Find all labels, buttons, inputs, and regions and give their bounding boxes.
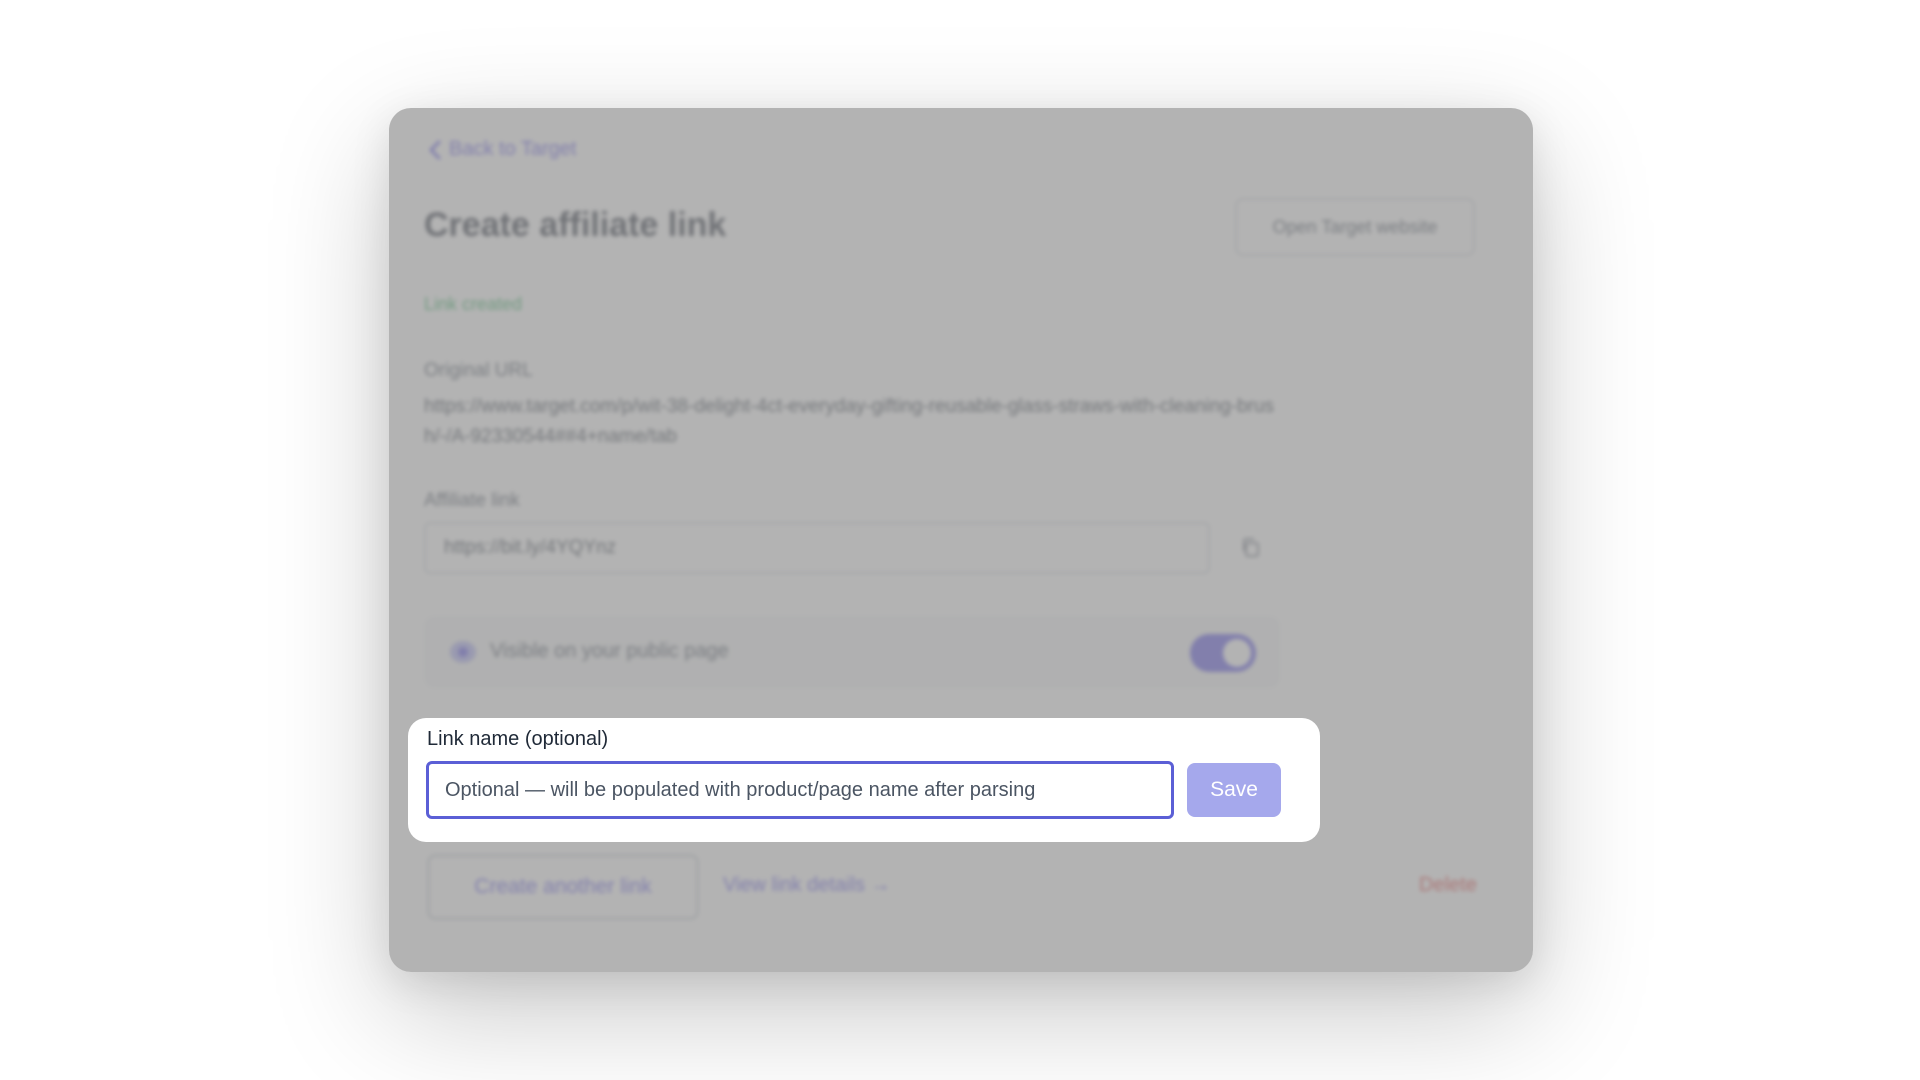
link-name-label: Link name (optional) [427,728,609,750]
card-content: Back to Target Create affiliate link Ope… [389,108,1533,972]
page-title: Create affiliate link [424,206,727,244]
copy-icon[interactable] [1239,536,1263,560]
create-another-link-button[interactable]: Create another link [427,854,699,920]
toggle-knob [1223,639,1251,667]
back-link-label: Back to Target [449,138,577,160]
screen: Back to Target Create affiliate link Ope… [0,0,1920,1080]
create-link-card: Back to Target Create affiliate link Ope… [389,108,1533,972]
view-link-details-link[interactable]: View link details → [723,874,890,897]
visibility-toggle[interactable] [1190,634,1256,672]
original-url-label: Original URL [424,360,533,381]
delete-link[interactable]: Delete [1419,874,1477,897]
affiliate-link-field[interactable]: https://bit.ly/4YQYnz [424,522,1210,574]
save-button[interactable]: Save [1187,763,1281,817]
affiliate-link-value: https://bit.ly/4YQYnz [444,537,617,558]
chevron-left-icon [429,140,441,159]
affiliate-link-label: Affiliate link [424,490,520,511]
status-message: Link created [424,294,523,314]
open-site-button[interactable]: Open Target website [1235,198,1475,256]
eye-icon [450,641,476,663]
original-url-value: https://www.target.com/p/wit-38-delight-… [424,396,1275,447]
visibility-label: Visible on your public page [490,640,729,662]
back-link[interactable]: Back to Target [427,138,576,161]
link-name-panel: Link name (optional) Save [408,718,1320,842]
visibility-row: Visible on your public page [424,616,1280,688]
link-name-input[interactable] [426,761,1174,819]
